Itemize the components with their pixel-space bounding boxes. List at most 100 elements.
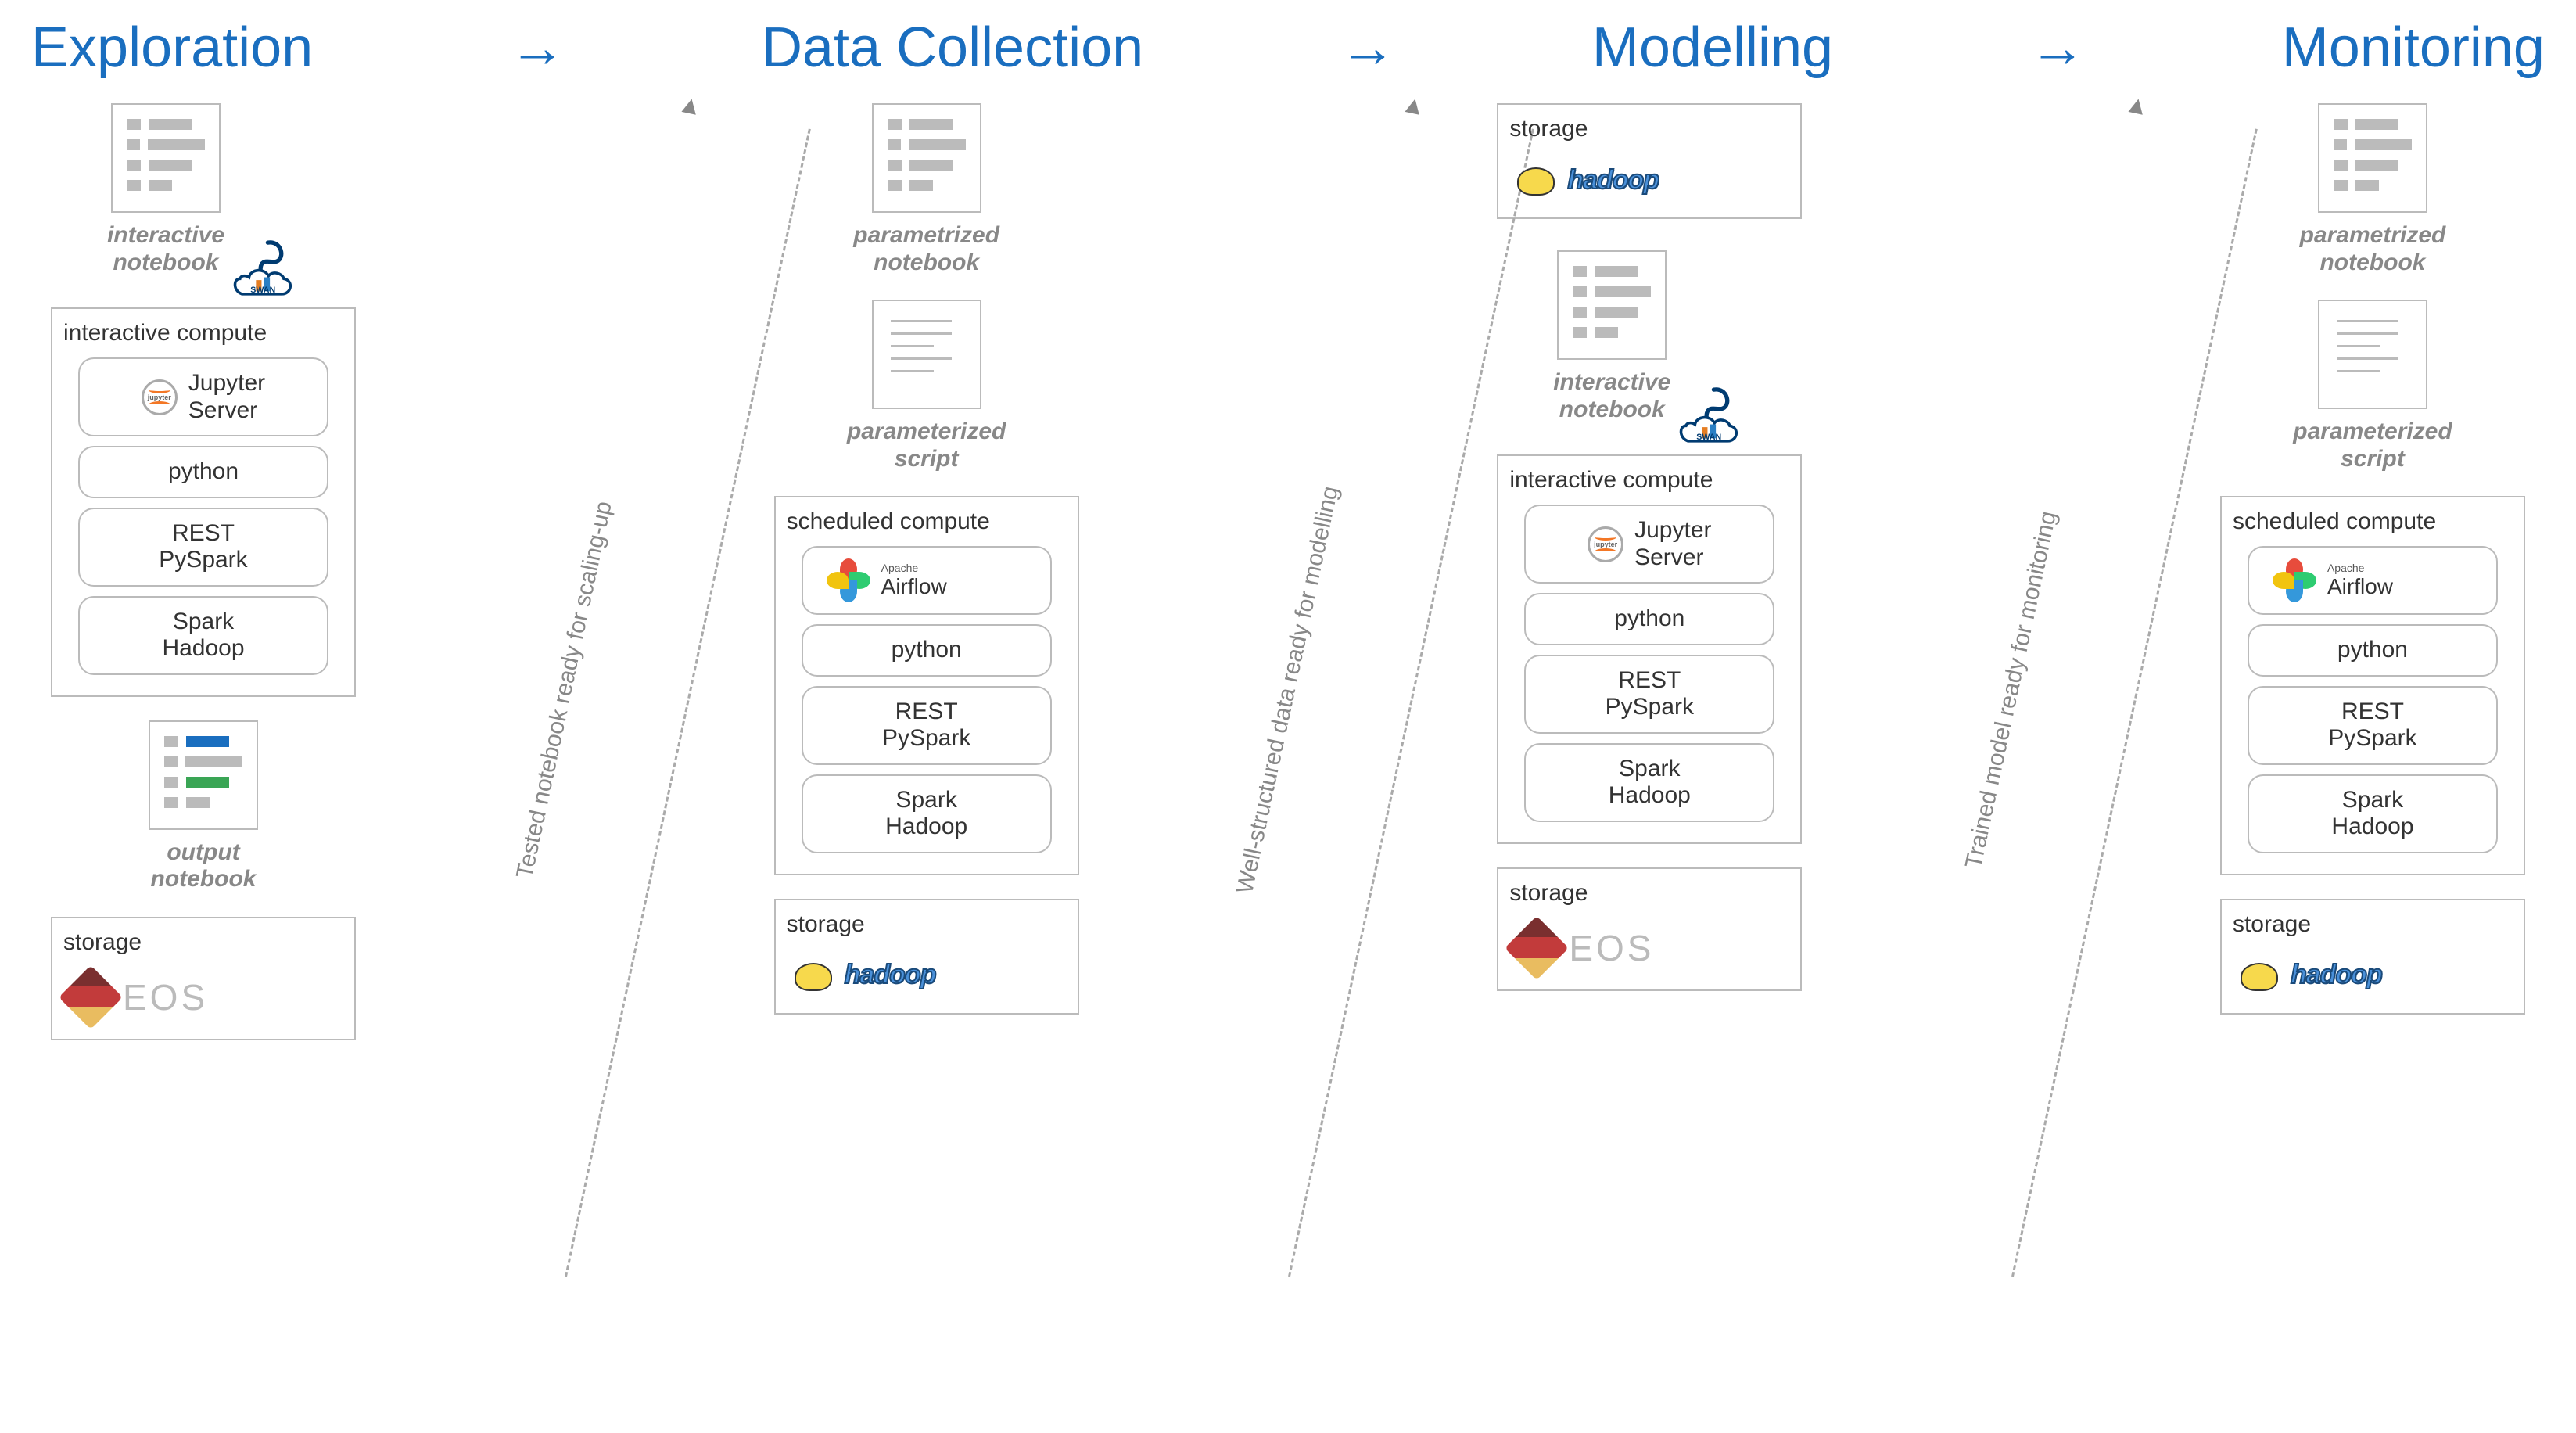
jupyter-label: Jupyter Server — [188, 370, 265, 424]
eos-label: EOS — [123, 976, 208, 1018]
output-notebook-icon — [149, 720, 258, 830]
hadoop-icon: hadoop — [787, 949, 1067, 1002]
svg-text:SWAN: SWAN — [250, 286, 275, 295]
storage-title: storage — [2233, 911, 2513, 938]
spark-hadoop-label: Spark Hadoop — [885, 787, 967, 841]
python-pill: python — [78, 446, 328, 498]
interactive-notebook-caption: interactive notebook — [1553, 369, 1670, 423]
notebook-icon — [2318, 103, 2427, 213]
airflow-icon — [827, 558, 870, 602]
column-data-collection: parametrized notebook parameterized scri… — [755, 103, 1099, 1038]
python-label: python — [168, 458, 239, 486]
storage-eos-box: storage EOS — [51, 917, 356, 1040]
transition-arrow-2: ▲ Well-structured data ready for modelli… — [1155, 103, 1421, 1277]
jupyter-icon: jupyter — [142, 379, 178, 415]
transition-label-1: Tested notebook ready for scaling-up — [512, 499, 619, 881]
transition-label-3: Trained model ready for monitoring — [1961, 509, 2062, 871]
spark-hadoop-pill: Spark Hadoop — [78, 596, 328, 675]
arrow-icon: → — [509, 16, 565, 80]
scheduled-compute-box: scheduled compute Apache Airflow python … — [774, 496, 1079, 875]
hadoop-icon: hadoop — [2233, 949, 2513, 1002]
parameterized-script-caption: parameterized script — [2293, 418, 2452, 472]
storage-hadoop-box: storage hadoop — [2220, 899, 2525, 1015]
storage-title: storage — [1509, 880, 1789, 907]
hadoop-label: hadoop — [1567, 165, 1659, 196]
interactive-compute-box: interactive compute jupyter Jupyter Serv… — [51, 307, 356, 697]
parameterized-script-caption: parameterized script — [847, 418, 1006, 472]
script-icon — [872, 300, 981, 409]
storage-hadoop-box: storage hadoop — [774, 899, 1079, 1015]
eos-icon: EOS — [1509, 918, 1789, 979]
spark-hadoop-pill: Spark Hadoop — [802, 774, 1052, 853]
rest-pyspark-label: REST PySpark — [2328, 699, 2416, 752]
notebook-icon — [872, 103, 981, 213]
storage-title: storage — [787, 911, 1067, 938]
compute-box-title: scheduled compute — [787, 508, 1067, 535]
airflow-apache-label: Apache — [2327, 562, 2364, 574]
column-monitoring: parametrized notebook parameterized scri… — [2201, 103, 2545, 1038]
spark-hadoop-label: Spark Hadoop — [1609, 756, 1691, 810]
phase-modelling-title: Modelling — [1592, 16, 1833, 80]
airflow-label: Airflow — [2327, 574, 2393, 599]
svg-text:SWAN: SWAN — [1697, 433, 1722, 442]
airflow-pill: Apache Airflow — [2248, 546, 2498, 615]
eos-label: EOS — [1569, 927, 1654, 969]
interactive-notebook-caption: interactive notebook — [107, 222, 224, 276]
airflow-pill: Apache Airflow — [802, 546, 1052, 615]
python-pill: python — [1524, 593, 1774, 645]
airflow-icon — [2273, 558, 2316, 602]
phase-header-row: Exploration → Data Collection → Modellin… — [31, 16, 2545, 80]
transition-arrow-3: ▲ Trained model ready for monitoring — [1878, 103, 2144, 1277]
script-icon — [2318, 300, 2427, 409]
python-label: python — [1614, 605, 1684, 633]
jupyter-icon: jupyter — [1588, 526, 1623, 562]
python-pill: python — [802, 624, 1052, 677]
column-modelling: storage hadoop interactive notebook — [1477, 103, 1821, 1015]
storage-hadoop-box-top: storage hadoop — [1497, 103, 1802, 219]
phase-datacollection-title: Data Collection — [762, 16, 1143, 80]
python-label: python — [2337, 637, 2408, 664]
airflow-apache-label: Apache — [881, 562, 918, 574]
diagram-body: interactive notebook SWAN interactive co… — [31, 103, 2545, 1277]
jupyter-pill: jupyter Jupyter Server — [1524, 505, 1774, 584]
parametrized-notebook-caption: parametrized notebook — [2300, 222, 2446, 276]
hadoop-label: hadoop — [845, 960, 936, 990]
column-exploration: interactive notebook SWAN interactive co… — [31, 103, 375, 1064]
output-notebook-caption: output notebook — [151, 839, 257, 893]
storage-title: storage — [1509, 116, 1789, 142]
compute-box-title: interactive compute — [63, 320, 343, 347]
storage-eos-box: storage EOS — [1497, 867, 1802, 991]
compute-box-title: interactive compute — [1509, 467, 1789, 494]
notebook-icon — [111, 103, 221, 213]
rest-pyspark-pill: REST PySpark — [1524, 655, 1774, 734]
spark-hadoop-pill: Spark Hadoop — [2248, 774, 2498, 853]
arrow-icon: → — [1340, 16, 1396, 80]
storage-title: storage — [63, 929, 343, 956]
airflow-label: Airflow — [881, 574, 947, 599]
rest-pyspark-pill: REST PySpark — [78, 508, 328, 587]
parametrized-notebook-caption: parametrized notebook — [853, 222, 999, 276]
python-pill: python — [2248, 624, 2498, 677]
phase-exploration-title: Exploration — [31, 16, 313, 80]
python-label: python — [892, 637, 962, 664]
arrow-icon: → — [2029, 16, 2086, 80]
scheduled-compute-box: scheduled compute Apache Airflow python … — [2220, 496, 2525, 875]
transition-label-2: Well-structured data ready for modelling — [1232, 484, 1344, 896]
spark-hadoop-label: Spark Hadoop — [2331, 787, 2413, 841]
notebook-icon — [1557, 250, 1667, 360]
swan-icon: SWAN — [1675, 384, 1745, 447]
swan-icon: SWAN — [229, 237, 300, 300]
spark-hadoop-label: Spark Hadoop — [162, 609, 244, 663]
compute-box-title: scheduled compute — [2233, 508, 2513, 535]
hadoop-label: hadoop — [2291, 960, 2382, 990]
transition-arrow-1: ▲ Tested notebook ready for scaling-up — [432, 103, 698, 1277]
interactive-compute-box: interactive compute jupyter Jupyter Serv… — [1497, 454, 1802, 844]
hadoop-icon: hadoop — [1509, 153, 1789, 207]
rest-pyspark-label: REST PySpark — [159, 520, 247, 574]
jupyter-label: Jupyter Server — [1634, 517, 1711, 571]
rest-pyspark-pill: REST PySpark — [802, 686, 1052, 765]
spark-hadoop-pill: Spark Hadoop — [1524, 743, 1774, 822]
rest-pyspark-pill: REST PySpark — [2248, 686, 2498, 765]
rest-pyspark-label: REST PySpark — [1606, 667, 1694, 721]
phase-monitoring-title: Monitoring — [2282, 16, 2545, 80]
